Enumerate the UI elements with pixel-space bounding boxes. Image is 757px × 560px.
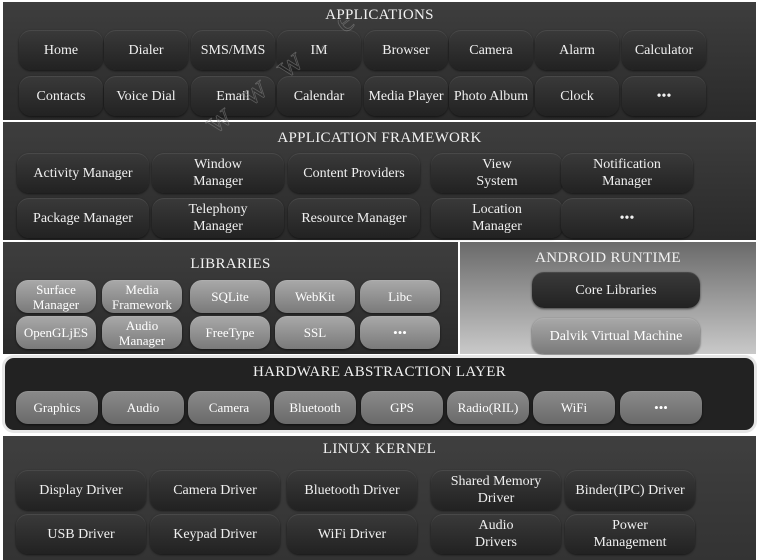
libraries-item-freetype: FreeType	[190, 316, 270, 349]
kernel-item-bluetooth-driver: Bluetooth Driver	[287, 470, 417, 510]
linux-kernel-layer: LINUX KERNEL Display Driver Camera Driver…	[3, 436, 756, 560]
libraries-item-ssl: SSL	[275, 316, 355, 349]
framework-item-moremoremore: •••	[561, 198, 693, 238]
hal-item-audio: Audio	[102, 391, 184, 424]
applications-item-clock: Clock	[535, 76, 619, 116]
libraries-layer: LIBRARIES Surface Manager Media Framework…	[3, 242, 458, 354]
android-runtime-title: ANDROID RUNTIME	[535, 250, 681, 266]
runtime-item-dalvik-virtual-machine: Dalvik Virtual Machine	[532, 318, 700, 354]
kernel-item-camera-driver: Camera Driver	[150, 470, 280, 510]
framework-item-content-providers: Content Providers	[288, 153, 420, 193]
applications-item-dialer: Dialer	[104, 30, 188, 70]
applications-item-calculator: Calculator	[622, 30, 706, 70]
applications-item-calendar: Calendar	[277, 76, 361, 116]
framework-item-view-system: View System	[431, 153, 563, 193]
framework-item-activity-manager: Activity Manager	[17, 153, 149, 193]
hal-item-moremoremore: •••	[620, 391, 702, 424]
libraries-item-sqlite: SQLite	[190, 280, 270, 313]
kernel-item-power-management: Power Management	[565, 514, 695, 554]
kernel-item-shared-memory-driver: Shared Memory Driver	[431, 470, 561, 510]
applications-item-voice-dial: Voice Dial	[104, 76, 188, 116]
kernel-item-audio-drivers: Audio Drivers	[431, 514, 561, 554]
applications-item-media-player: Media Player	[364, 76, 448, 116]
applications-item-email: Email	[191, 76, 275, 116]
applications-layer: APPLICATIONS Home Dialer SMS/MMS IM Browser C…	[3, 2, 756, 120]
applications-item-browser: Browser	[364, 30, 448, 70]
applications-item-contacts: Contacts	[19, 76, 103, 116]
libraries-item-moremoremore: •••	[360, 316, 440, 349]
framework-title: APPLICATION FRAMEWORK	[277, 130, 482, 146]
kernel-item-display-driver: Display Driver	[16, 470, 146, 510]
android-runtime-layer: ANDROID RUNTIME Core Libraries Dalvik Vir…	[460, 242, 756, 354]
hal-item-gps: GPS	[361, 391, 443, 424]
framework-item-telephony-manager: Telephony Manager	[152, 198, 284, 238]
hal-item-radio-ril: Radio(RIL)	[447, 391, 529, 424]
framework-item-notification-manager: Notification Manager	[561, 153, 693, 193]
kernel-item-binder-ipc-driver: Binder(IPC) Driver	[565, 470, 695, 510]
applications-item-camera: Camera	[449, 30, 533, 70]
framework-item-package-manager: Package Manager	[17, 198, 149, 238]
kernel-item-keypad-driver: Keypad Driver	[150, 514, 280, 554]
libraries-item-surface-manager: Surface Manager	[16, 280, 96, 313]
kernel-item-usb-driver: USB Driver	[16, 514, 146, 554]
applications-item-im: IM	[277, 30, 361, 70]
applications-item-moremoremore: •••	[622, 76, 706, 116]
hal-item-graphics: Graphics	[16, 391, 98, 424]
framework-item-resource-manager: Resource Manager	[288, 198, 420, 238]
linux-kernel-title: LINUX KERNEL	[322, 441, 437, 457]
hal-item-bluetooth: Bluetooth	[274, 391, 356, 424]
applications-item-photo-album: Photo Album	[449, 76, 533, 116]
libraries-item-libc: Libc	[360, 280, 440, 313]
libraries-item-audio-manager: Audio Manager	[102, 316, 182, 349]
applications-item-alarm: Alarm	[535, 30, 619, 70]
framework-item-location-manager: Location Manager	[431, 198, 563, 238]
runtime-item-core-libraries: Core Libraries	[532, 272, 700, 308]
kernel-item-wifi-driver: WiFi Driver	[287, 514, 417, 554]
framework-layer: APPLICATION FRAMEWORK Activity Manager Wi…	[3, 122, 756, 240]
applications-title: APPLICATIONS	[325, 7, 434, 23]
hardware-abstraction-layer: HARDWARE ABSTRACTION LAYER Graphics Audio…	[2, 355, 757, 433]
hal-item-wifi: WiFi	[533, 391, 615, 424]
hal-item-camera: Camera	[188, 391, 270, 424]
applications-item-sms-mms: SMS/MMS	[191, 30, 275, 70]
hal-title: HARDWARE ABSTRACTION LAYER	[252, 364, 507, 380]
libraries-item-webkit: WebKit	[275, 280, 355, 313]
libraries-item-media-framework: Media Framework	[102, 280, 182, 313]
libraries-item-opengljes: OpenGLjES	[16, 316, 96, 349]
applications-item-home: Home	[19, 30, 103, 70]
libraries-title: LIBRARIES	[190, 256, 271, 272]
framework-item-window-manager: Window Manager	[152, 153, 284, 193]
